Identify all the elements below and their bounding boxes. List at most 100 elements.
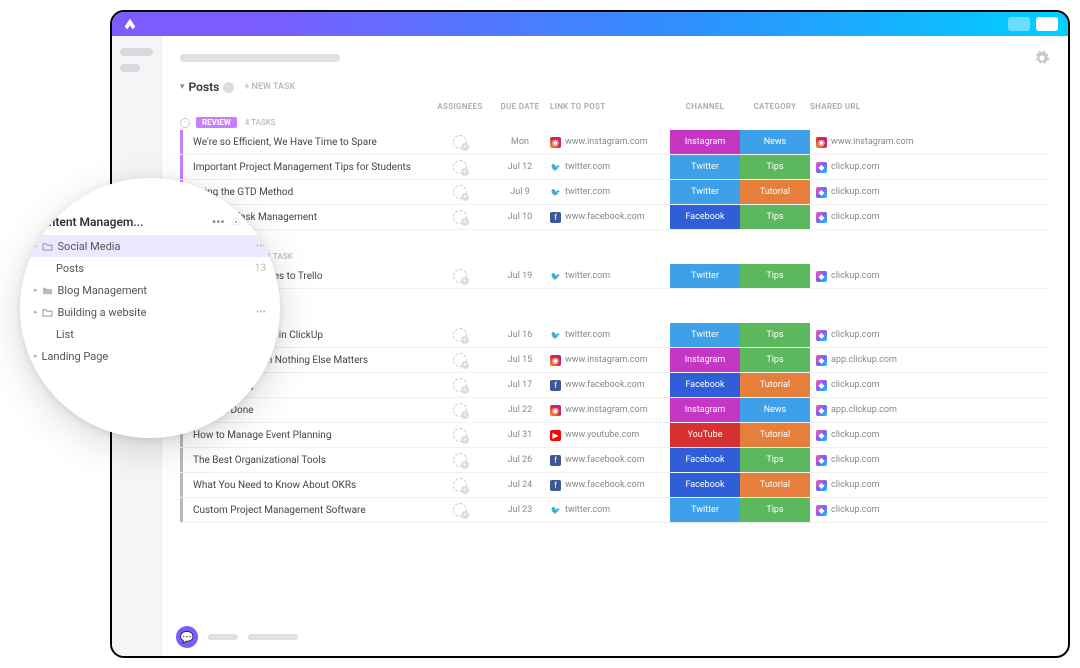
- window-maximize-button[interactable]: [1036, 17, 1058, 31]
- assignee-cell[interactable]: [430, 453, 490, 467]
- add-assignee-icon[interactable]: [453, 478, 467, 492]
- channel-tag[interactable]: Facebook: [670, 373, 740, 397]
- more-icon[interactable]: •••: [212, 215, 225, 229]
- due-date[interactable]: Jul 15: [490, 355, 550, 365]
- shared-url[interactable]: ◆app.clickup.com: [810, 405, 930, 416]
- channel-tag[interactable]: Instagram: [670, 348, 740, 372]
- task-row[interactable]: Get Shit Done Jul 22 ◉www.instagram.com …: [180, 398, 1050, 423]
- add-assignee-icon[interactable]: [453, 328, 467, 342]
- channel-tag[interactable]: Twitter: [670, 264, 740, 288]
- shared-url[interactable]: ◆clickup.com: [810, 330, 930, 341]
- channel-tag[interactable]: Instagram: [670, 130, 740, 154]
- category-tag[interactable]: News: [740, 398, 810, 422]
- add-assignee-icon[interactable]: [453, 503, 467, 517]
- assignee-cell[interactable]: [430, 403, 490, 417]
- category-tag[interactable]: Tips: [740, 448, 810, 472]
- due-date[interactable]: Jul 10: [490, 212, 550, 222]
- shared-url[interactable]: ◆clickup.com: [810, 430, 930, 441]
- link-cell[interactable]: 🐦twitter.com: [550, 505, 670, 516]
- category-tag[interactable]: Tutorial: [740, 473, 810, 497]
- sidebar-item[interactable]: ▸ Building a website •••: [20, 301, 280, 323]
- task-row[interactable]: Important Project Management Tips for St…: [180, 155, 1050, 180]
- shared-url[interactable]: ◆clickup.com: [810, 505, 930, 516]
- assignee-cell[interactable]: [430, 135, 490, 149]
- due-date[interactable]: Jul 16: [490, 330, 550, 340]
- due-date[interactable]: Jul 22: [490, 405, 550, 415]
- add-assignee-icon[interactable]: [453, 378, 467, 392]
- add-task-button[interactable]: + ADD TASK: [180, 289, 1050, 308]
- add-assignee-icon[interactable]: [453, 269, 467, 283]
- task-row[interactable]: How to Manage Event Planning Jul 31 ▶www…: [180, 423, 1050, 448]
- sidebar-item[interactable]: Posts 13: [20, 257, 280, 279]
- sidebar-item[interactable]: ▸ Social Media •••: [20, 235, 280, 257]
- channel-tag[interactable]: Twitter: [670, 155, 740, 179]
- shared-url[interactable]: ◆clickup.com: [810, 380, 930, 391]
- channel-tag[interactable]: Facebook: [670, 473, 740, 497]
- shared-url[interactable]: ◆clickup.com: [810, 187, 930, 198]
- task-row[interactable]: Personal Task Management Jul 10 fwww.fac…: [180, 205, 1050, 230]
- category-tag[interactable]: Tips: [740, 348, 810, 372]
- category-tag[interactable]: Tips: [740, 323, 810, 347]
- link-cell[interactable]: fwww.facebook.com: [550, 380, 670, 391]
- category-tag[interactable]: Tips: [740, 264, 810, 288]
- channel-tag[interactable]: YouTube: [670, 423, 740, 447]
- assignee-cell[interactable]: [430, 378, 490, 392]
- add-assignee-icon[interactable]: [453, 160, 467, 174]
- task-row[interactable]: The Top Alternatives to Trello Jul 19 🐦t…: [180, 264, 1050, 289]
- assignee-cell[interactable]: [430, 478, 490, 492]
- shared-url[interactable]: ◆clickup.com: [810, 212, 930, 223]
- channel-tag[interactable]: Twitter: [670, 323, 740, 347]
- task-row[interactable]: Creativity is When Nothing Else Matters …: [180, 348, 1050, 373]
- add-assignee-icon[interactable]: [453, 428, 467, 442]
- assignee-cell[interactable]: [430, 328, 490, 342]
- assignee-cell[interactable]: [430, 210, 490, 224]
- due-date[interactable]: Jul 26: [490, 455, 550, 465]
- link-cell[interactable]: 🐦twitter.com: [550, 187, 670, 198]
- link-cell[interactable]: ◉www.instagram.com: [550, 355, 670, 366]
- link-cell[interactable]: ◉www.instagram.com: [550, 405, 670, 416]
- task-row[interactable]: The Best Organizational Tools Jul 26 fww…: [180, 448, 1050, 473]
- settings-icon[interactable]: [1034, 50, 1050, 66]
- link-cell[interactable]: fwww.facebook.com: [550, 455, 670, 466]
- shared-url[interactable]: ◆clickup.com: [810, 271, 930, 282]
- due-date[interactable]: Jul 9: [490, 187, 550, 197]
- sidebar-item[interactable]: ▸ Landing Page: [20, 345, 280, 367]
- add-assignee-icon[interactable]: [453, 185, 467, 199]
- link-cell[interactable]: 🐦twitter.com: [550, 330, 670, 341]
- assignee-cell[interactable]: [430, 353, 490, 367]
- link-cell[interactable]: 🐦twitter.com: [550, 271, 670, 282]
- status-header[interactable]: – REVIEW 4 TASKS: [180, 115, 1050, 130]
- list-header[interactable]: ▾ Posts + NEW TASK: [180, 80, 1050, 94]
- due-date[interactable]: Jul 12: [490, 162, 550, 172]
- category-tag[interactable]: Tutorial: [740, 373, 810, 397]
- category-tag[interactable]: Tutorial: [740, 180, 810, 204]
- due-date[interactable]: Jul 31: [490, 430, 550, 440]
- link-cell[interactable]: fwww.facebook.com: [550, 212, 670, 223]
- link-cell[interactable]: 🐦twitter.com: [550, 162, 670, 173]
- collapse-icon[interactable]: –: [180, 118, 190, 128]
- link-cell[interactable]: fwww.facebook.com: [550, 480, 670, 491]
- add-assignee-icon[interactable]: [453, 210, 467, 224]
- due-date[interactable]: Mon: [490, 137, 550, 147]
- channel-tag[interactable]: Twitter: [670, 498, 740, 522]
- due-date[interactable]: Jul 23: [490, 505, 550, 515]
- task-row[interactable]: Using the GTD Method Jul 9 🐦twitter.com …: [180, 180, 1050, 205]
- status-header[interactable]: – IN PROGRESS 1 TASK: [180, 249, 1050, 264]
- channel-tag[interactable]: Twitter: [670, 180, 740, 204]
- gear-icon[interactable]: [231, 217, 241, 227]
- sidebar-item[interactable]: ▸ Blog Management: [20, 279, 280, 301]
- add-assignee-icon[interactable]: [453, 453, 467, 467]
- assignee-cell[interactable]: [430, 428, 490, 442]
- channel-tag[interactable]: Facebook: [670, 448, 740, 472]
- add-assignee-icon[interactable]: [453, 353, 467, 367]
- new-task-button[interactable]: + NEW TASK: [244, 82, 295, 92]
- category-tag[interactable]: Tips: [740, 498, 810, 522]
- task-row[interactable]: Custom Project Management Software Jul 2…: [180, 498, 1050, 523]
- category-tag[interactable]: Tutorial: [740, 423, 810, 447]
- item-meta[interactable]: 13: [255, 263, 266, 274]
- shared-url[interactable]: ◆app.clickup.com: [810, 355, 930, 366]
- link-cell[interactable]: ◉www.instagram.com: [550, 137, 670, 148]
- assignee-cell[interactable]: [430, 503, 490, 517]
- shared-url[interactable]: ◉www.instagram.com: [810, 137, 930, 148]
- shared-url[interactable]: ◆clickup.com: [810, 162, 930, 173]
